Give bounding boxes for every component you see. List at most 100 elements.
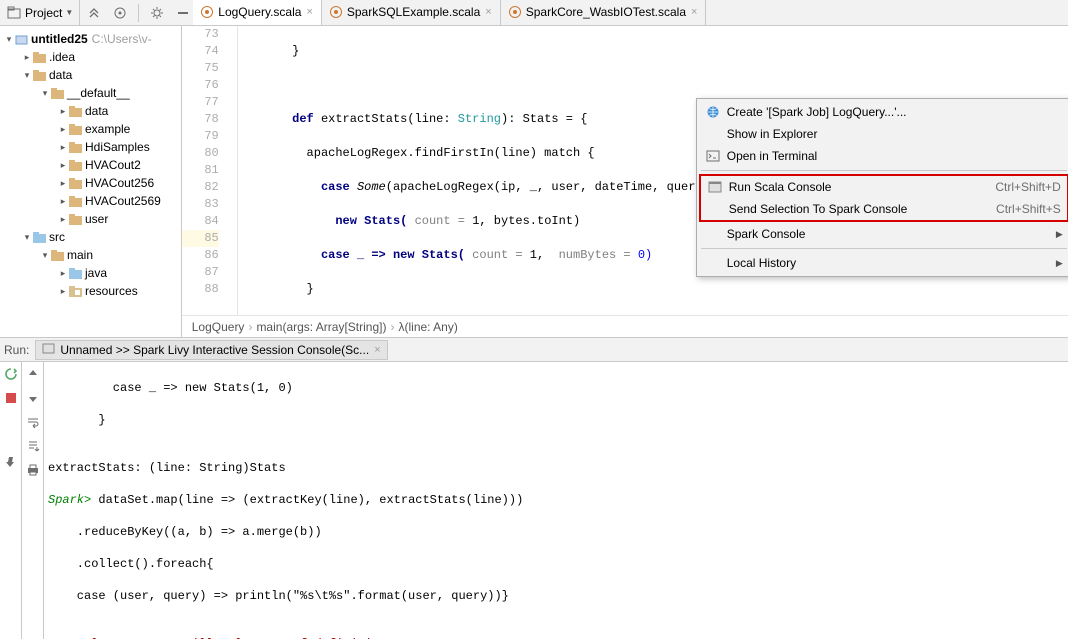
project-selector-label: Project <box>25 6 62 20</box>
ctx-label: Open in Terminal <box>727 149 1063 163</box>
folder-icon <box>68 158 82 172</box>
chevron-down-icon[interactable]: ▾ <box>40 250 50 261</box>
context-menu: Create '[Spark Job] LogQuery...'... Show… <box>696 98 1068 277</box>
folder-icon <box>50 86 64 100</box>
folder-icon <box>68 140 82 154</box>
console-icon <box>42 342 55 358</box>
tree-item-label: java <box>85 266 107 280</box>
run-label: Run: <box>4 343 29 357</box>
run-toolbar <box>0 362 22 639</box>
tab-label: LogQuery.scala <box>218 5 301 19</box>
chevron-right-icon[interactable]: ▸ <box>58 214 68 225</box>
ctx-show-in-explorer[interactable]: Show in Explorer <box>699 123 1068 145</box>
tree-item-label: user <box>85 212 108 226</box>
console-line: Spark> dataSet.map(line => (extractKey(l… <box>48 492 1064 508</box>
run-tab[interactable]: Unnamed >> Spark Livy Interactive Sessio… <box>35 340 387 360</box>
tree-item-label: HVACout2 <box>85 158 141 172</box>
breadcrumb-item[interactable]: λ(line: Any) <box>398 320 457 334</box>
chevron-right-icon[interactable]: ▸ <box>58 124 68 135</box>
hide-icon[interactable] <box>175 5 191 21</box>
ctx-send-selection-to-spark-console[interactable]: Send Selection To Spark Console Ctrl+Shi… <box>701 198 1067 220</box>
separator <box>701 170 1067 171</box>
chevron-right-icon: ▶ <box>1056 258 1063 269</box>
tab-label: SparkCore_WasbIOTest.scala <box>526 5 686 19</box>
tab-logquery[interactable]: LogQuery.scala × <box>193 0 322 25</box>
chevron-right-icon[interactable]: ▸ <box>58 286 68 297</box>
console-icon <box>707 180 723 194</box>
run-toolbar-2 <box>22 362 44 639</box>
ctx-spark-console[interactable]: Spark Console ▶ <box>699 223 1068 245</box>
target-icon[interactable] <box>112 5 128 21</box>
close-icon[interactable]: × <box>374 344 380 356</box>
folder-icon <box>68 122 82 136</box>
folder-icon <box>68 176 82 190</box>
collapse-icon[interactable] <box>86 5 102 21</box>
tree-item-label: example <box>85 122 130 136</box>
project-tree[interactable]: ▾ untitled25 C:\Users\v- ▸.idea ▾data ▾_… <box>0 26 182 337</box>
tree-item-label: HVACout256 <box>85 176 154 190</box>
tree-item-label: resources <box>85 284 138 298</box>
run-tab-label: Unnamed >> Spark Livy Interactive Sessio… <box>60 343 369 357</box>
chevron-down-icon[interactable]: ▾ <box>22 232 32 243</box>
chevron-right-icon[interactable]: ▸ <box>58 142 68 153</box>
ctx-shortcut: Ctrl+Shift+D <box>995 180 1060 194</box>
project-selector[interactable]: Project ▼ <box>0 0 80 25</box>
chevron-down-icon[interactable]: ▾ <box>40 88 50 99</box>
chevron-right-icon: › <box>390 320 394 334</box>
close-icon[interactable]: × <box>691 6 697 18</box>
soft-wrap-icon[interactable] <box>25 414 41 430</box>
project-icon <box>6 5 22 21</box>
folder-icon <box>32 50 46 64</box>
tab-sparkcore[interactable]: SparkCore_WasbIOTest.scala × <box>501 0 707 25</box>
chevron-right-icon[interactable]: ▸ <box>58 196 68 207</box>
rerun-icon[interactable] <box>3 366 19 382</box>
tree-item-label: src <box>49 230 65 244</box>
down-icon[interactable] <box>25 390 41 406</box>
console-line: .reduceByKey((a, b) => a.merge(b)) <box>48 524 1064 540</box>
folder-icon <box>68 104 82 118</box>
console-line: case _ => new Stats(1, 0) <box>48 380 1064 396</box>
tree-item-label: HdiSamples <box>85 140 150 154</box>
tree-root-label: untitled25 <box>31 32 88 46</box>
print-icon[interactable] <box>25 462 41 478</box>
breadcrumb-item[interactable]: main(args: Array[String]) <box>256 320 386 334</box>
tab-label: SparkSQLExample.scala <box>347 5 480 19</box>
console-output[interactable]: case _ => new Stats(1, 0) } extractStats… <box>44 362 1068 639</box>
separator <box>138 4 139 22</box>
ctx-create-spark-job[interactable]: Create '[Spark Job] LogQuery...'... <box>699 101 1068 123</box>
breadcrumb-item[interactable]: LogQuery <box>192 320 245 334</box>
separator <box>701 248 1067 249</box>
chevron-right-icon[interactable]: ▸ <box>58 268 68 279</box>
close-icon[interactable]: × <box>306 6 312 18</box>
chevron-right-icon[interactable]: ▸ <box>58 160 68 171</box>
code-line: } <box>242 281 1068 298</box>
folder-icon <box>50 248 64 262</box>
ctx-open-in-terminal[interactable]: Open in Terminal <box>699 145 1068 167</box>
pin-icon[interactable] <box>3 454 19 470</box>
ctx-run-scala-console[interactable]: Run Scala Console Ctrl+Shift+D <box>701 176 1067 198</box>
breadcrumb[interactable]: LogQuery › main(args: Array[String]) › λ… <box>182 315 1068 337</box>
tab-sparksqlexample[interactable]: SparkSQLExample.scala × <box>322 0 501 25</box>
chevron-right-icon: › <box>248 320 252 334</box>
up-icon[interactable] <box>25 366 41 382</box>
tree-root-path: C:\Users\v- <box>92 32 152 46</box>
ctx-local-history[interactable]: Local History ▶ <box>699 252 1068 274</box>
ctx-label: Spark Console <box>727 227 1050 241</box>
source-folder-icon <box>68 266 82 280</box>
close-icon[interactable]: × <box>485 6 491 18</box>
chevron-right-icon[interactable]: ▸ <box>58 106 68 117</box>
tree-item-label: __default__ <box>67 86 130 100</box>
folder-icon <box>68 212 82 226</box>
gear-icon[interactable] <box>149 5 165 21</box>
chevron-down-icon[interactable]: ▾ <box>22 70 32 81</box>
gutter: 737475 767778 798081 828384 858687 88 <box>182 26 238 315</box>
ctx-label: Local History <box>727 256 1050 270</box>
chevron-right-icon[interactable]: ▸ <box>58 178 68 189</box>
chevron-down-icon[interactable]: ▾ <box>4 34 14 45</box>
scroll-to-end-icon[interactable] <box>25 438 41 454</box>
stop-icon[interactable] <box>3 390 19 406</box>
tree-item-label: data <box>85 104 108 118</box>
source-folder-icon <box>32 230 46 244</box>
chevron-right-icon[interactable]: ▸ <box>22 52 32 63</box>
code-line: } <box>242 43 1068 60</box>
